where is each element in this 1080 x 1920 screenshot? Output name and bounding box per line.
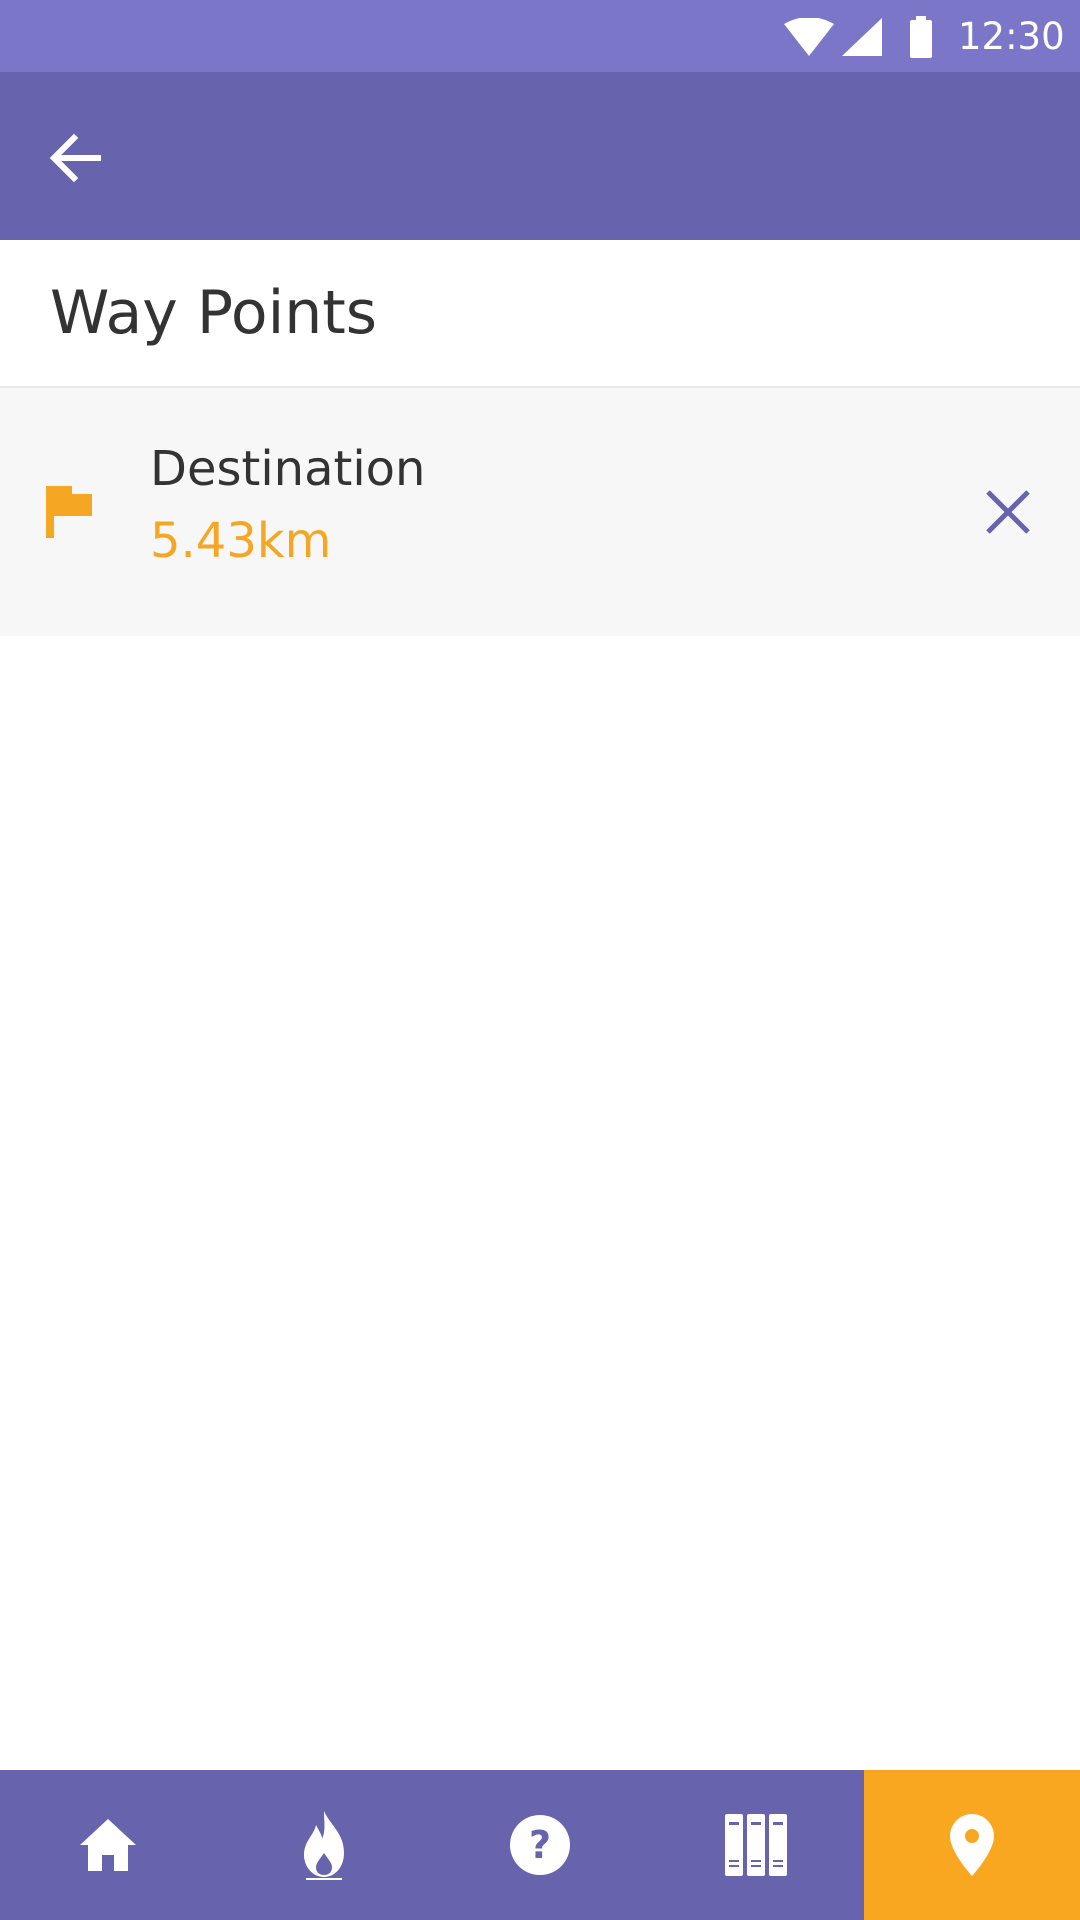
library-icon xyxy=(725,1814,787,1876)
nav-item-help[interactable]: ? xyxy=(432,1770,648,1920)
waypoint-name: Destination xyxy=(150,441,426,497)
title-row: Way Points xyxy=(0,240,1080,388)
status-bar: 12:30 xyxy=(0,0,1080,72)
nav-item-home[interactable] xyxy=(0,1770,216,1920)
status-time: 12:30 xyxy=(958,15,1065,58)
nav-item-hot[interactable] xyxy=(216,1770,432,1920)
waypoint-item[interactable]: Destination 5.43km xyxy=(0,388,1080,636)
map-pin-icon xyxy=(950,1814,994,1876)
battery-icon xyxy=(910,16,932,58)
home-icon xyxy=(80,1819,136,1871)
fire-icon xyxy=(304,1811,344,1880)
svg-text:?: ? xyxy=(529,1823,551,1867)
page-title: Way Points xyxy=(50,278,378,348)
close-icon[interactable] xyxy=(982,486,1034,538)
bottom-navigation: ? xyxy=(0,1770,1080,1920)
help-circle-icon: ? xyxy=(510,1815,570,1875)
waypoint-distance: 5.43km xyxy=(150,513,332,569)
signal-icon xyxy=(842,18,882,56)
waypoints-screen: 12:30 Way Points Destination 5.43km ? xyxy=(0,0,1080,1920)
nav-item-waypoints[interactable] xyxy=(864,1770,1080,1920)
wifi-icon xyxy=(784,18,834,56)
nav-item-library[interactable] xyxy=(648,1770,864,1920)
flag-icon xyxy=(46,486,92,538)
arrow-back-icon[interactable] xyxy=(44,126,108,190)
app-bar xyxy=(0,72,1080,240)
